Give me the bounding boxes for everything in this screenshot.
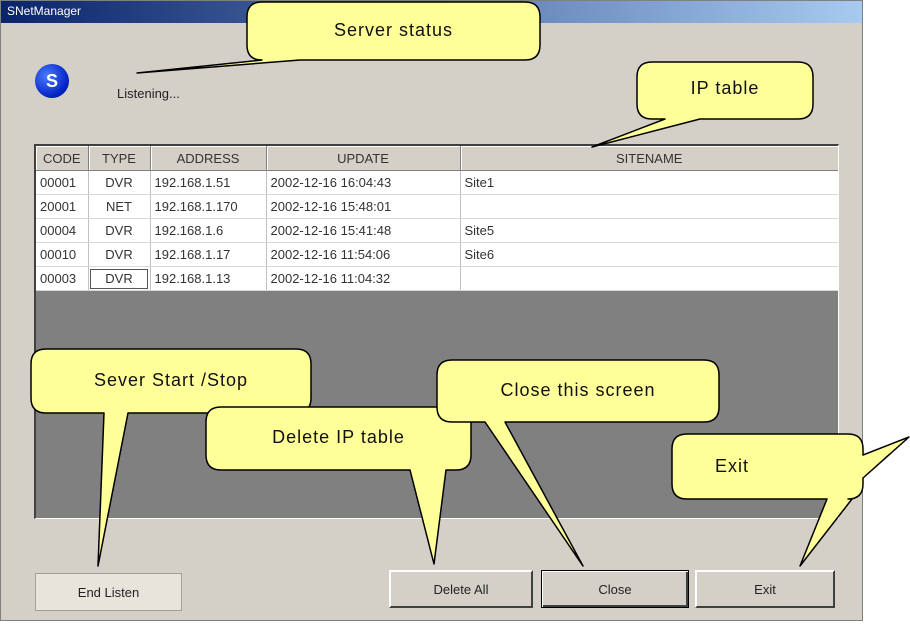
- cell-sitename[interactable]: [460, 266, 838, 291]
- exit-button[interactable]: Exit: [695, 570, 835, 608]
- callout-delete-ip-table: Delete IP table: [272, 427, 405, 447]
- cell-update[interactable]: 2002-12-16 11:54:06: [266, 242, 461, 267]
- cell-update[interactable]: 2002-12-16 16:04:43: [266, 170, 461, 195]
- cell-sitename[interactable]: [460, 194, 838, 219]
- table-row[interactable]: 00003 DVR 192.168.1.13 2002-12-16 11:04:…: [36, 266, 838, 291]
- cell-type[interactable]: DVR: [88, 170, 151, 195]
- cell-address[interactable]: 192.168.1.6: [150, 218, 267, 243]
- window-title: SNetManager: [7, 4, 82, 18]
- table-row[interactable]: 00004 DVR 192.168.1.6 2002-12-16 15:41:4…: [36, 218, 838, 243]
- cell-address[interactable]: 192.168.1.17: [150, 242, 267, 267]
- table-row[interactable]: 00001 DVR 192.168.1.51 2002-12-16 16:04:…: [36, 170, 838, 195]
- cell-update[interactable]: 2002-12-16 15:41:48: [266, 218, 461, 243]
- callout-ip-table: IP table: [690, 78, 760, 98]
- column-header-code[interactable]: CODE: [36, 146, 89, 171]
- table-row[interactable]: 00010 DVR 192.168.1.17 2002-12-16 11:54:…: [36, 242, 838, 267]
- table-row[interactable]: 20001 NET 192.168.1.170 2002-12-16 15:48…: [36, 194, 838, 219]
- column-header-update[interactable]: UPDATE: [266, 146, 461, 171]
- ip-table-grid: CODE TYPE ADDRESS UPDATE SITENAME 00001 …: [36, 146, 838, 291]
- cell-update[interactable]: 2002-12-16 11:04:32: [266, 266, 461, 291]
- callout-exit: Exit: [714, 456, 749, 476]
- cell-sitename[interactable]: Site6: [460, 242, 838, 267]
- cell-code[interactable]: 00004: [36, 218, 89, 243]
- column-header-type[interactable]: TYPE: [88, 146, 151, 171]
- cell-address[interactable]: 192.168.1.13: [150, 266, 267, 291]
- cell-type[interactable]: DVR: [88, 266, 151, 291]
- delete-all-button[interactable]: Delete All: [389, 570, 533, 608]
- server-status-text: Listening...: [117, 86, 180, 101]
- cell-update[interactable]: 2002-12-16 15:48:01: [266, 194, 461, 219]
- callout-sever-start-stop: Sever Start /Stop: [93, 370, 249, 390]
- server-status-icon: S: [35, 64, 69, 98]
- close-button[interactable]: Close: [541, 570, 689, 608]
- cell-type[interactable]: NET: [88, 194, 151, 219]
- cell-code[interactable]: 00001: [36, 170, 89, 195]
- cell-sitename[interactable]: Site1: [460, 170, 838, 195]
- cell-code[interactable]: 00010: [36, 242, 89, 267]
- cell-type[interactable]: DVR: [88, 218, 151, 243]
- column-header-address[interactable]: ADDRESS: [150, 146, 267, 171]
- callout-server-status: Server status: [333, 20, 454, 40]
- cell-code[interactable]: 20001: [36, 194, 89, 219]
- end-listen-button[interactable]: End Listen: [35, 573, 182, 611]
- callout-close-this-screen: Close this screen: [500, 380, 656, 400]
- cell-code[interactable]: 00003: [36, 266, 89, 291]
- column-header-sitename[interactable]: SITENAME: [460, 146, 838, 171]
- cell-address[interactable]: 192.168.1.51: [150, 170, 267, 195]
- cell-type[interactable]: DVR: [88, 242, 151, 267]
- table-header-row: CODE TYPE ADDRESS UPDATE SITENAME: [36, 146, 838, 171]
- cell-address[interactable]: 192.168.1.170: [150, 194, 267, 219]
- status-icon-letter: S: [45, 70, 58, 91]
- cell-sitename[interactable]: Site5: [460, 218, 838, 243]
